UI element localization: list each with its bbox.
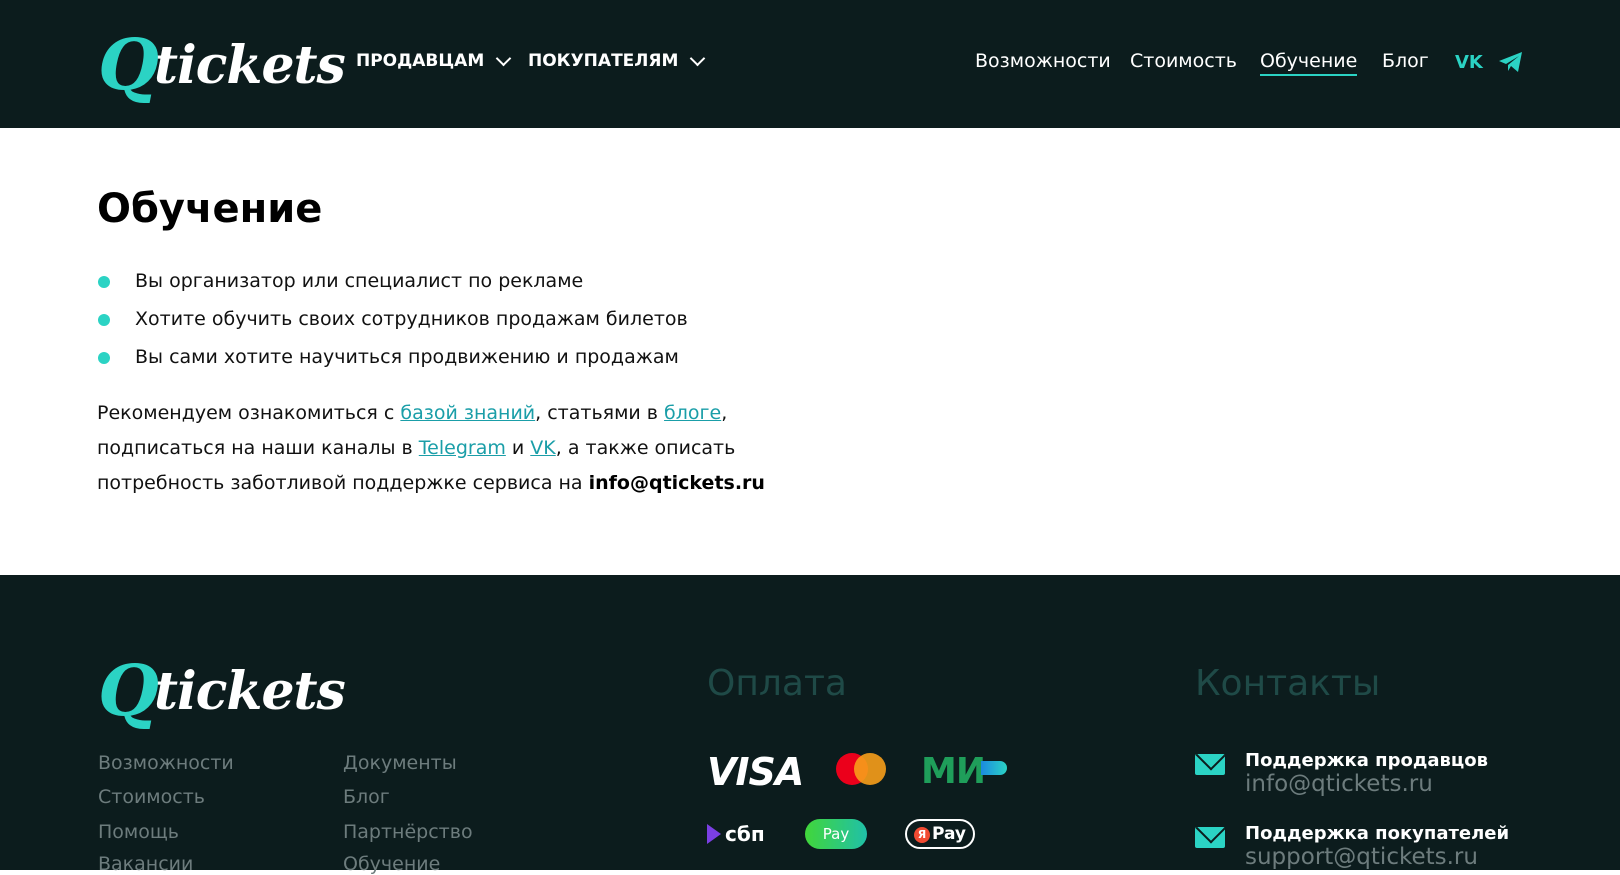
nav-link-training[interactable]: Обучение bbox=[1260, 50, 1358, 76]
bullet-dot-icon bbox=[98, 276, 110, 288]
contact-email-sellers[interactable]: info@qtickets.ru bbox=[1245, 771, 1433, 797]
nav-link-pricing[interactable]: Стоимость bbox=[1130, 50, 1237, 72]
chevron-down-icon bbox=[690, 50, 706, 66]
footer-link-blog[interactable]: Блог bbox=[343, 786, 390, 808]
footer-logo[interactable]: Qtickets bbox=[98, 650, 346, 726]
contact-title-sellers: Поддержка продавцов bbox=[1245, 750, 1488, 771]
list-item-text: Вы сами хотите научиться продвижению и п… bbox=[135, 346, 679, 368]
recommendation-paragraph: Рекомендуем ознакомиться с базой знаний,… bbox=[97, 396, 797, 501]
list-item: Хотите обучить своих сотрудников продажа… bbox=[97, 306, 688, 344]
footer-link-training[interactable]: Обучение bbox=[343, 853, 440, 875]
sbp-text: сбп bbox=[725, 822, 765, 846]
para-text: Рекомендуем ознакомиться с bbox=[97, 402, 401, 424]
list-item: Вы организатор или специалист по рекламе bbox=[97, 268, 688, 306]
blog-link[interactable]: блоге bbox=[664, 402, 721, 424]
contact-email-buyers[interactable]: support@qtickets.ru bbox=[1245, 844, 1478, 870]
footer-link-pricing[interactable]: Стоимость bbox=[98, 786, 205, 808]
vk-link[interactable]: VK bbox=[530, 437, 555, 459]
footer-link-help[interactable]: Помощь bbox=[98, 821, 179, 843]
telegram-icon[interactable] bbox=[1498, 50, 1524, 76]
benefits-list: Вы организатор или специалист по рекламе… bbox=[97, 268, 688, 382]
knowledge-base-link[interactable]: базой знаний bbox=[400, 402, 535, 424]
chevron-down-icon bbox=[495, 50, 512, 66]
footer-link-features[interactable]: Возможности bbox=[98, 752, 234, 774]
mir-tail-icon bbox=[980, 761, 1007, 775]
footer-link-vacancies[interactable]: Вакансии bbox=[98, 853, 193, 875]
logo-q: Q bbox=[98, 649, 159, 732]
nav-dropdown-sellers[interactable]: ПРОДАВЦАМ bbox=[356, 50, 512, 71]
yapay-text: Pay bbox=[931, 824, 967, 844]
contacts-heading: Контакты bbox=[1195, 663, 1381, 704]
site-footer: Qtickets Возможности Стоимость Помощь Ва… bbox=[0, 575, 1620, 875]
nav-dropdown-label: ПРОДАВЦАМ bbox=[356, 51, 485, 71]
sbp-logo: сбп bbox=[707, 822, 765, 846]
mir-text: МИ bbox=[921, 751, 986, 792]
visa-logo: VISA bbox=[707, 750, 804, 794]
bullet-dot-icon bbox=[98, 352, 110, 364]
main-content: Обучение Вы организатор или специалист п… bbox=[0, 128, 1620, 575]
site-header: Qtickets ПРОДАВЦАМ ПОКУПАТЕЛЯМ Возможнос… bbox=[0, 0, 1620, 128]
logo-text: tickets bbox=[153, 661, 346, 722]
bullet-dot-icon bbox=[98, 314, 110, 326]
list-item: Вы сами хотите научиться продвижению и п… bbox=[97, 344, 688, 382]
list-item-text: Вы организатор или специалист по рекламе bbox=[135, 270, 584, 292]
footer-link-partnership[interactable]: Партнёрство bbox=[343, 821, 473, 843]
footer-link-documents[interactable]: Документы bbox=[343, 752, 457, 774]
logo-q: Q bbox=[98, 23, 159, 106]
payment-heading: Оплата bbox=[707, 663, 847, 704]
list-item-text: Хотите обучить своих сотрудников продажа… bbox=[135, 308, 688, 330]
mir-logo: МИ bbox=[921, 751, 1007, 792]
sbp-triangle-icon bbox=[707, 824, 721, 844]
para-text: , статьями в bbox=[535, 402, 665, 424]
mastercard-logo-right bbox=[854, 753, 886, 785]
yandex-icon: Я bbox=[913, 827, 930, 843]
nav-dropdown-buyers[interactable]: ПОКУПАТЕЛЯМ bbox=[528, 50, 706, 71]
nav-dropdown-label: ПОКУПАТЕЛЯМ bbox=[528, 51, 679, 71]
vk-icon[interactable]: VK bbox=[1455, 52, 1483, 78]
para-text: и bbox=[505, 437, 531, 459]
telegram-link[interactable]: Telegram bbox=[419, 437, 506, 459]
contact-title-buyers: Поддержка покупателей bbox=[1245, 823, 1510, 844]
logo-text: tickets bbox=[153, 35, 346, 96]
page-title: Обучение bbox=[97, 186, 323, 232]
yandex-pay-badge: Я Pay bbox=[905, 819, 975, 849]
nav-link-blog[interactable]: Блог bbox=[1382, 50, 1429, 72]
gpay-text: Pay bbox=[822, 825, 850, 843]
support-email: info@qtickets.ru bbox=[588, 472, 765, 494]
qtickets-logo[interactable]: Qtickets bbox=[98, 24, 346, 100]
mail-icon bbox=[1195, 827, 1225, 848]
mail-icon bbox=[1195, 754, 1225, 775]
nav-link-features[interactable]: Возможности bbox=[975, 50, 1111, 72]
green-pay-badge: Pay bbox=[805, 819, 867, 849]
